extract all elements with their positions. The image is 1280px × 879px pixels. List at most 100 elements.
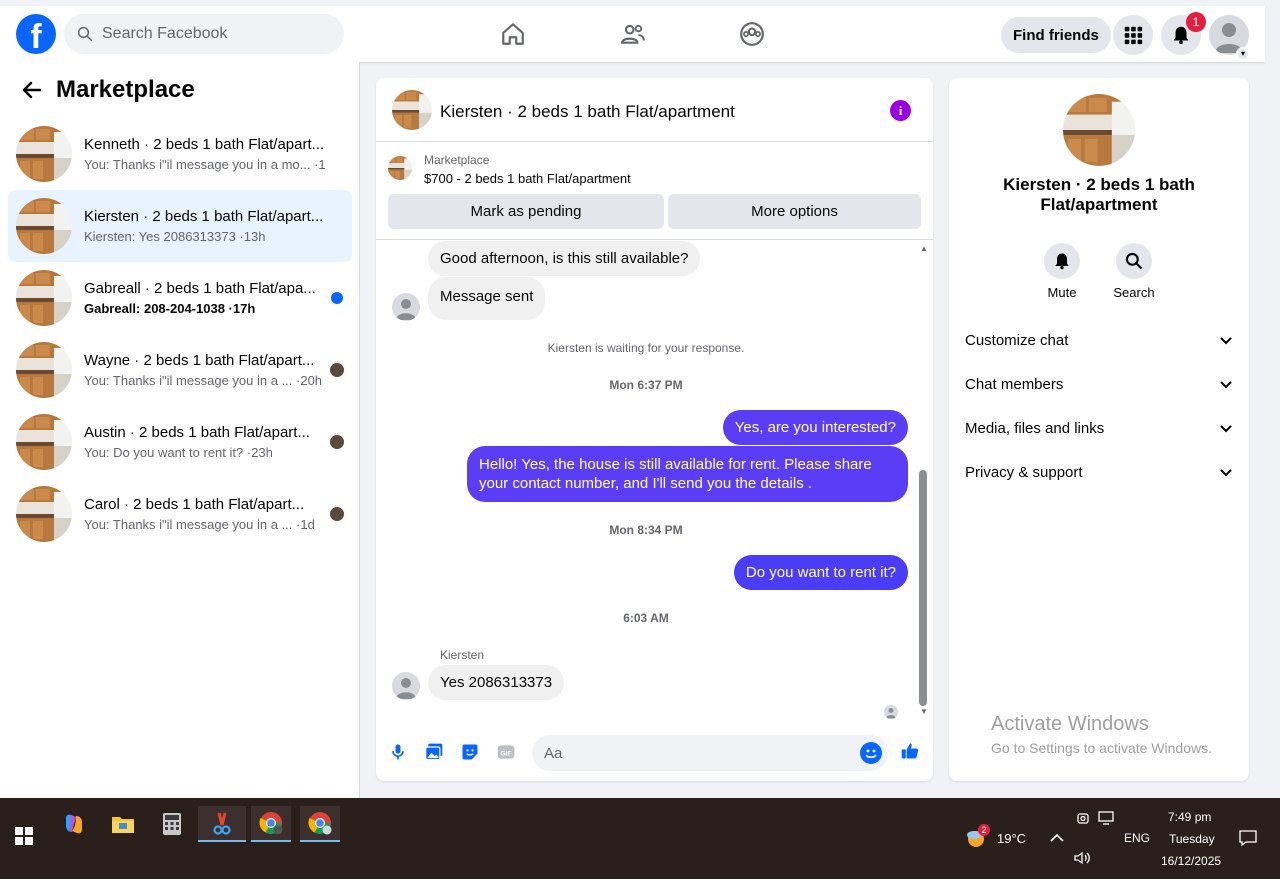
notification-center-icon[interactable]	[1238, 828, 1258, 848]
chat-scrollbar[interactable]	[919, 470, 927, 706]
clock-time[interactable]: 7:49 pm	[1168, 810, 1211, 824]
teams-meet-icon[interactable]	[1074, 809, 1092, 827]
clock-date[interactable]: 16/12/2025	[1161, 854, 1221, 868]
language-indicator[interactable]: ENG	[1124, 831, 1150, 845]
conversation-item[interactable]: Carol · 2 beds 1 bath Flat/apart... You: …	[8, 478, 352, 550]
network-icon[interactable]	[1097, 809, 1115, 827]
more-options-button[interactable]: More options	[668, 194, 921, 229]
unread-dot-icon	[331, 292, 343, 304]
file-explorer-icon[interactable]	[103, 806, 143, 842]
conversation-thumbnail	[16, 198, 72, 254]
chevron-down-icon	[1220, 469, 1232, 477]
listing-thumbnail[interactable]	[392, 90, 432, 130]
read-receipt-avatar	[884, 705, 898, 719]
page-scrollbar[interactable]	[1265, 0, 1280, 798]
friends-icon[interactable]	[617, 18, 649, 50]
search-icon	[1125, 252, 1143, 270]
photo-icon[interactable]	[423, 741, 445, 763]
conversation-item[interactable]: Kiersten · 2 beds 1 bath Flat/apart... Ki…	[8, 190, 352, 262]
message-incoming[interactable]: Message sent	[428, 277, 546, 320]
volume-icon[interactable]	[1073, 849, 1091, 867]
notifications-button[interactable]: 1	[1161, 12, 1206, 55]
home-icon[interactable]	[497, 18, 529, 50]
conversation-item[interactable]: Kenneth · 2 beds 1 bath Flat/apart... You…	[8, 118, 352, 190]
sidebar-header: Marketplace	[20, 76, 195, 104]
info-icon[interactable]: i	[890, 100, 911, 121]
conversation-item[interactable]: Wayne · 2 beds 1 bath Flat/apart... You: …	[8, 334, 352, 406]
conversation-thumbnail	[16, 414, 72, 470]
facebook-logo-icon[interactable]: f	[16, 14, 56, 54]
conversation-preview: You: Thanks i"il message you in a ... ·1…	[84, 517, 315, 532]
sender-avatar	[392, 293, 420, 321]
weather-temperature[interactable]: 19°C	[997, 831, 1026, 846]
scroll-up-arrow-icon[interactable]: ▲	[919, 244, 929, 254]
chat-title[interactable]: Kiersten · 2 beds 1 bath Flat/apartment	[440, 102, 735, 122]
conversation-preview: You: Thanks i"il message you in a ... ·2…	[84, 373, 323, 388]
privacy-support-row[interactable]: Privacy & support	[965, 458, 1233, 486]
timestamp: Mon 6:37 PM	[609, 378, 683, 392]
message-composer: GIF	[376, 733, 933, 773]
message-outgoing[interactable]: Yes, are you interested?	[722, 410, 908, 445]
snipping-tool-icon[interactable]	[198, 806, 246, 842]
message-outgoing[interactable]: Hello! Yes, the house is still available…	[467, 446, 908, 502]
conversation-preview: Kiersten: Yes 2086313373 ·13h	[84, 229, 266, 244]
conversation-preview: You: Thanks i"il message you in a mo... …	[84, 157, 326, 172]
conversation-thumbnail	[16, 486, 72, 542]
listing-large-thumbnail[interactable]	[1063, 94, 1135, 166]
seen-avatar	[330, 435, 344, 449]
mark-as-pending-button[interactable]: Mark as pending	[388, 194, 664, 229]
microphone-icon[interactable]	[387, 741, 409, 763]
chevron-up-icon[interactable]	[1048, 829, 1066, 847]
conversation-title: Kiersten · 2 beds 1 bath Flat/apart...	[84, 208, 324, 225]
sticker-icon[interactable]	[459, 741, 481, 763]
customize-chat-row[interactable]: Customize chat	[965, 326, 1233, 354]
copilot-icon[interactable]	[54, 806, 94, 842]
chat-info-panel: Kiersten · 2 beds 1 bath Flat/apartment …	[949, 78, 1249, 781]
seen-avatar	[330, 363, 344, 377]
chevron-down-icon[interactable]: ▾	[1236, 47, 1250, 61]
groups-icon[interactable]	[736, 18, 768, 50]
chat-members-row[interactable]: Chat members	[965, 370, 1233, 398]
chrome-profile-icon[interactable]	[300, 806, 340, 842]
weather-icon[interactable]: 2	[965, 824, 990, 848]
weather-badge: 2	[978, 824, 990, 836]
listing-price[interactable]: $700 - 2 beds 1 bath Flat/apartment	[424, 171, 631, 186]
search-label: Search	[1113, 285, 1155, 300]
message-incoming[interactable]: Yes 2086313373	[428, 665, 565, 700]
search-input[interactable]	[102, 25, 322, 43]
conversation-item[interactable]: Gabreall · 2 beds 1 bath Flat/apa... Gabr…	[8, 262, 352, 334]
clock-day[interactable]: Tuesday	[1169, 832, 1215, 846]
windows-taskbar: 2 19°C ENG 7:49 pm Tuesday 16/12/2025	[0, 798, 1280, 879]
chat-panel: Kiersten · 2 beds 1 bath Flat/apartment …	[376, 78, 933, 781]
search-icon	[77, 26, 93, 42]
conversation-item[interactable]: Austin · 2 beds 1 bath Flat/apart... You:…	[8, 406, 352, 478]
find-friends-button[interactable]: Find friends	[1001, 17, 1111, 53]
sender-avatar	[392, 672, 420, 700]
emoji-icon[interactable]	[860, 742, 882, 764]
conversation-thumbnail	[16, 270, 72, 326]
top-navigation-bar: f Find friends 1 ▾	[0, 0, 1265, 62]
chrome-icon[interactable]	[251, 806, 291, 842]
marketplace-sidebar: Marketplace Kenneth · 2 beds 1 bath Flat…	[0, 62, 360, 798]
message-outgoing[interactable]: Do you want to rent it?	[733, 555, 908, 590]
bell-icon	[1055, 253, 1069, 270]
listing-small-thumbnail[interactable]	[388, 156, 412, 180]
back-arrow-icon[interactable]	[20, 78, 44, 102]
waiting-notice: Kiersten is waiting for your response.	[547, 341, 745, 355]
scroll-down-arrow-icon[interactable]: ▼	[919, 707, 929, 717]
seen-avatar	[330, 507, 344, 521]
menu-grid-button[interactable]	[1113, 15, 1153, 55]
windows-start-icon[interactable]	[4, 818, 44, 854]
media-files-links-row[interactable]: Media, files and links	[965, 414, 1233, 442]
mute-action[interactable]: Mute	[1032, 243, 1092, 300]
gif-icon[interactable]: GIF	[495, 741, 517, 763]
info-title: Kiersten · 2 beds 1 bath Flat/apartment	[1003, 175, 1195, 214]
thumbs-up-icon[interactable]	[899, 740, 921, 762]
conversation-title: Gabreall · 2 beds 1 bath Flat/apa...	[84, 280, 316, 297]
message-input[interactable]	[532, 735, 888, 771]
search-action[interactable]: Search	[1104, 243, 1164, 300]
calculator-icon[interactable]	[152, 806, 192, 842]
message-incoming[interactable]: Good afternoon, is this still available?	[428, 241, 701, 276]
chevron-down-icon	[1220, 381, 1232, 389]
search-box[interactable]	[64, 14, 344, 54]
